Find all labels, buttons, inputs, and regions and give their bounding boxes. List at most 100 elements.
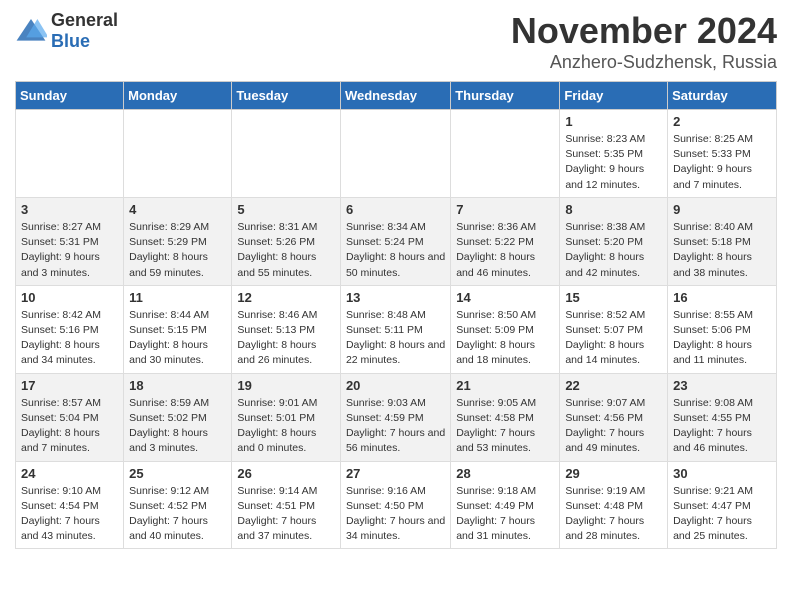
day-number: 6 [346,202,445,217]
day-number: 5 [237,202,335,217]
calendar-cell: 20 Sunrise: 9:03 AM Sunset: 4:59 PM Dayli… [340,373,450,461]
calendar-week-2: 3 Sunrise: 8:27 AM Sunset: 5:31 PM Daylig… [16,197,777,285]
calendar-cell: 28 Sunrise: 9:18 AM Sunset: 4:49 PM Dayli… [451,461,560,549]
day-info: Sunrise: 9:05 AM Sunset: 4:58 PM Dayligh… [456,396,554,457]
day-number: 4 [129,202,226,217]
calendar-cell: 2Sunrise: 8:25 AM Sunset: 5:33 PM Daylig… [668,110,777,198]
day-number: 17 [21,378,118,393]
day-number: 22 [565,378,662,393]
day-info: Sunrise: 8:38 AM Sunset: 5:20 PM Dayligh… [565,220,662,281]
day-info: Sunrise: 9:14 AM Sunset: 4:51 PM Dayligh… [237,484,335,545]
day-info: Sunrise: 9:19 AM Sunset: 4:48 PM Dayligh… [565,484,662,545]
day-info: Sunrise: 9:10 AM Sunset: 4:54 PM Dayligh… [21,484,118,545]
calendar-cell: 13Sunrise: 8:48 AM Sunset: 5:11 PM Dayli… [340,285,450,373]
day-info: Sunrise: 9:18 AM Sunset: 4:49 PM Dayligh… [456,484,554,545]
day-number: 15 [565,290,662,305]
calendar-cell: 19 Sunrise: 9:01 AM Sunset: 5:01 PM Dayli… [232,373,341,461]
calendar-week-1: 1 Sunrise: 8:23 AM Sunset: 5:35 PM Daylig… [16,110,777,198]
calendar-cell [232,110,341,198]
calendar-cell: 16Sunrise: 8:55 AM Sunset: 5:06 PM Dayli… [668,285,777,373]
day-number: 29 [565,466,662,481]
logo: General Blue [15,10,118,52]
calendar-cell: 7 Sunrise: 8:36 AM Sunset: 5:22 PM Daylig… [451,197,560,285]
calendar-cell [340,110,450,198]
day-number: 14 [456,290,554,305]
calendar-cell: 15 Sunrise: 8:52 AM Sunset: 5:07 PM Dayli… [560,285,668,373]
day-info: Sunrise: 9:16 AM Sunset: 4:50 PM Dayligh… [346,484,445,545]
day-info: Sunrise: 8:57 AM Sunset: 5:04 PM Dayligh… [21,396,118,457]
day-info: Sunrise: 8:23 AM Sunset: 5:35 PM Dayligh… [565,132,662,193]
day-number: 19 [237,378,335,393]
calendar-cell: 1 Sunrise: 8:23 AM Sunset: 5:35 PM Daylig… [560,110,668,198]
calendar-cell [451,110,560,198]
location-title: Anzhero-Sudzhensk, Russia [511,52,777,73]
day-info: Sunrise: 9:08 AM Sunset: 4:55 PM Dayligh… [673,396,771,457]
day-number: 18 [129,378,226,393]
calendar-cell: 17 Sunrise: 8:57 AM Sunset: 5:04 PM Dayli… [16,373,124,461]
day-info: Sunrise: 9:01 AM Sunset: 5:01 PM Dayligh… [237,396,335,457]
calendar-cell: 4 Sunrise: 8:29 AM Sunset: 5:29 PM Daylig… [124,197,232,285]
day-number: 9 [673,202,771,217]
day-number: 2 [673,114,771,129]
page-container: General Blue November 2024 Anzhero-Sudzh… [0,0,792,559]
col-thursday: Thursday [451,82,560,110]
day-info: Sunrise: 9:03 AM Sunset: 4:59 PM Dayligh… [346,396,445,457]
day-number: 20 [346,378,445,393]
day-number: 24 [21,466,118,481]
day-info: Sunrise: 8:50 AM Sunset: 5:09 PM Dayligh… [456,308,554,369]
calendar-table: Sunday Monday Tuesday Wednesday Thursday… [15,81,777,549]
col-tuesday: Tuesday [232,82,341,110]
calendar-week-5: 24 Sunrise: 9:10 AM Sunset: 4:54 PM Dayli… [16,461,777,549]
day-number: 21 [456,378,554,393]
day-number: 11 [129,290,226,305]
day-info: Sunrise: 8:31 AM Sunset: 5:26 PM Dayligh… [237,220,335,281]
month-title: November 2024 [511,10,777,52]
logo-general-text: General [51,10,118,31]
col-sunday: Sunday [16,82,124,110]
calendar-cell: 8 Sunrise: 8:38 AM Sunset: 5:20 PM Daylig… [560,197,668,285]
day-info: Sunrise: 8:46 AM Sunset: 5:13 PM Dayligh… [237,308,335,369]
day-info: Sunrise: 8:40 AM Sunset: 5:18 PM Dayligh… [673,220,771,281]
day-number: 23 [673,378,771,393]
calendar-cell: 26Sunrise: 9:14 AM Sunset: 4:51 PM Dayli… [232,461,341,549]
day-info: Sunrise: 9:12 AM Sunset: 4:52 PM Dayligh… [129,484,226,545]
calendar-cell: 23 Sunrise: 9:08 AM Sunset: 4:55 PM Dayli… [668,373,777,461]
day-number: 3 [21,202,118,217]
day-number: 25 [129,466,226,481]
day-number: 1 [565,114,662,129]
day-info: Sunrise: 8:55 AM Sunset: 5:06 PM Dayligh… [673,308,771,369]
day-info: Sunrise: 8:34 AM Sunset: 5:24 PM Dayligh… [346,220,445,281]
day-info: Sunrise: 8:52 AM Sunset: 5:07 PM Dayligh… [565,308,662,369]
calendar-week-4: 17 Sunrise: 8:57 AM Sunset: 5:04 PM Dayli… [16,373,777,461]
day-info: Sunrise: 8:59 AM Sunset: 5:02 PM Dayligh… [129,396,226,457]
day-number: 12 [237,290,335,305]
day-info: Sunrise: 9:07 AM Sunset: 4:56 PM Dayligh… [565,396,662,457]
day-info: Sunrise: 8:44 AM Sunset: 5:15 PM Dayligh… [129,308,226,369]
calendar-cell: 27Sunrise: 9:16 AM Sunset: 4:50 PM Dayli… [340,461,450,549]
day-number: 28 [456,466,554,481]
day-number: 8 [565,202,662,217]
day-number: 30 [673,466,771,481]
day-info: Sunrise: 8:36 AM Sunset: 5:22 PM Dayligh… [456,220,554,281]
col-friday: Friday [560,82,668,110]
calendar-cell: 5 Sunrise: 8:31 AM Sunset: 5:26 PM Daylig… [232,197,341,285]
col-saturday: Saturday [668,82,777,110]
calendar-cell: 29 Sunrise: 9:19 AM Sunset: 4:48 PM Dayli… [560,461,668,549]
title-area: November 2024 Anzhero-Sudzhensk, Russia [511,10,777,73]
day-info: Sunrise: 8:42 AM Sunset: 5:16 PM Dayligh… [21,308,118,369]
day-info: Sunrise: 9:21 AM Sunset: 4:47 PM Dayligh… [673,484,771,545]
day-info: Sunrise: 8:48 AM Sunset: 5:11 PM Dayligh… [346,308,445,369]
col-monday: Monday [124,82,232,110]
calendar-cell: 21 Sunrise: 9:05 AM Sunset: 4:58 PM Dayli… [451,373,560,461]
day-info: Sunrise: 8:27 AM Sunset: 5:31 PM Dayligh… [21,220,118,281]
calendar-week-3: 10Sunrise: 8:42 AM Sunset: 5:16 PM Dayli… [16,285,777,373]
calendar-cell: 3 Sunrise: 8:27 AM Sunset: 5:31 PM Daylig… [16,197,124,285]
calendar-cell: 22 Sunrise: 9:07 AM Sunset: 4:56 PM Dayli… [560,373,668,461]
calendar-cell: 11 Sunrise: 8:44 AM Sunset: 5:15 PM Dayli… [124,285,232,373]
calendar-cell [16,110,124,198]
day-number: 7 [456,202,554,217]
calendar-body: 1 Sunrise: 8:23 AM Sunset: 5:35 PM Daylig… [16,110,777,549]
calendar-cell: 10Sunrise: 8:42 AM Sunset: 5:16 PM Dayli… [16,285,124,373]
day-info: Sunrise: 8:29 AM Sunset: 5:29 PM Dayligh… [129,220,226,281]
logo-blue-text: Blue [51,31,118,52]
